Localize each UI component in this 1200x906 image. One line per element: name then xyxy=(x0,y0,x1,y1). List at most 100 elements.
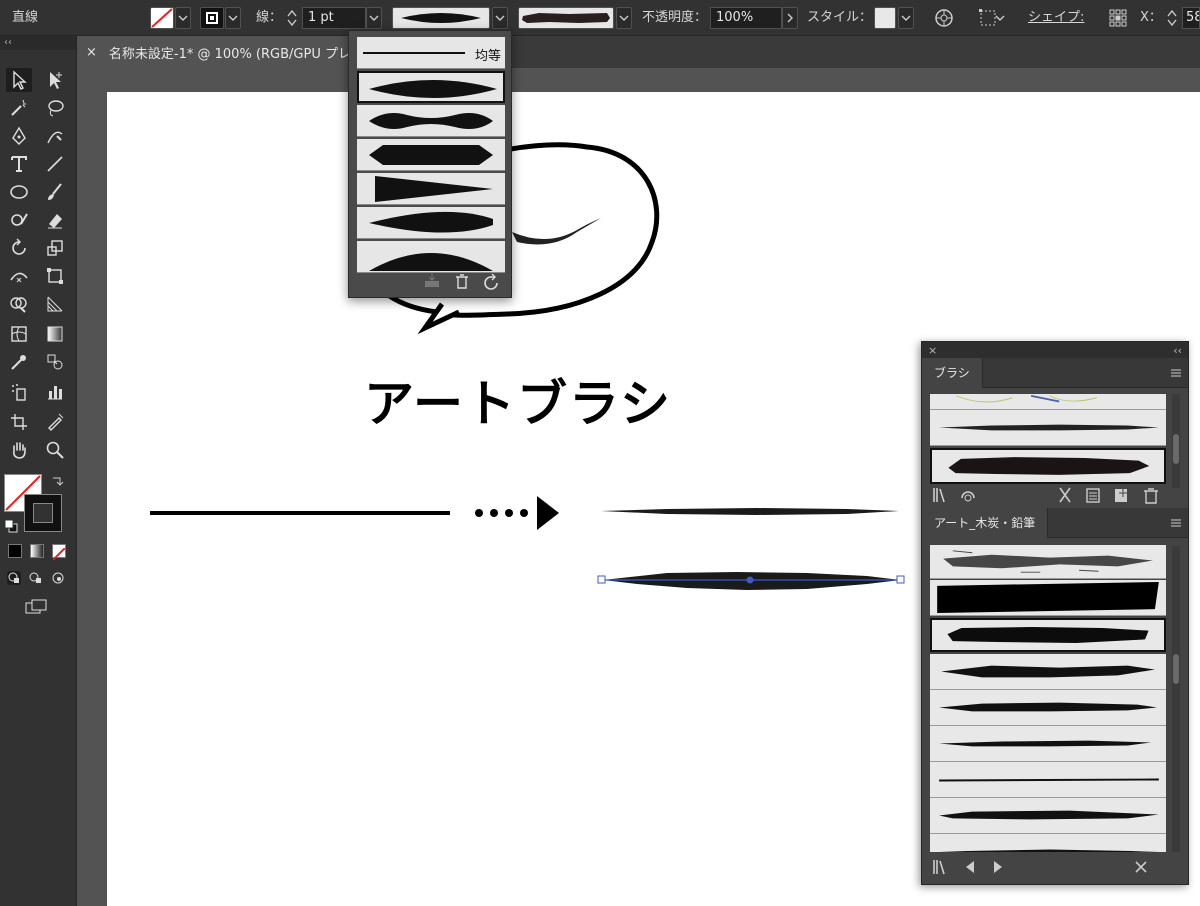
free-transform-tool-icon[interactable] xyxy=(42,264,68,288)
brush-library-menu-icon[interactable] xyxy=(933,488,945,503)
gradient-mode-button[interactable] xyxy=(30,544,44,558)
tools-collapse-button[interactable]: ‹‹ xyxy=(0,36,76,50)
tab-brushes[interactable]: ブラシ xyxy=(922,358,983,388)
close-tab-icon[interactable]: × xyxy=(86,45,97,60)
brush-decorative[interactable] xyxy=(930,394,1166,410)
panel-collapse-button[interactable]: ‹‹ xyxy=(1173,344,1182,357)
selected-brush-path[interactable] xyxy=(597,572,905,590)
stroke-weight-stepper-icon[interactable] xyxy=(284,6,300,30)
artboard-tool-icon[interactable] xyxy=(6,410,32,434)
fill-dropdown[interactable] xyxy=(175,7,191,29)
opacity-arrow-button[interactable] xyxy=(782,7,798,29)
magic-wand-tool-icon[interactable] xyxy=(6,96,32,120)
curvature-tool-icon[interactable] xyxy=(42,124,68,148)
stroke-dropdown[interactable] xyxy=(225,7,241,29)
profile-width-3[interactable] xyxy=(357,139,505,171)
stroke-color-swatch[interactable] xyxy=(24,494,62,532)
brush-definition-selector[interactable] xyxy=(518,7,614,29)
shape-label[interactable]: シェイプ: xyxy=(1028,0,1084,36)
remove-brush-stroke-icon[interactable] xyxy=(1059,487,1071,503)
shape-builder-tool-icon[interactable] xyxy=(6,292,32,316)
rotate-tool-icon[interactable] xyxy=(6,236,32,260)
previous-library-icon[interactable] xyxy=(966,861,974,873)
stroke-swatch[interactable] xyxy=(200,7,224,29)
draw-behind-icon[interactable] xyxy=(28,570,44,586)
hand-tool-icon[interactable] xyxy=(6,438,32,462)
slice-tool-icon[interactable] xyxy=(42,410,68,434)
ellipse-tool-icon[interactable] xyxy=(6,180,32,204)
reference-point-icon[interactable] xyxy=(1106,6,1130,30)
profile-width-4[interactable] xyxy=(357,173,505,205)
selection-tool-icon[interactable] xyxy=(6,68,32,92)
document-tab[interactable]: × 名称未設定-1* @ 100% (RGB/GPU プレビュー) xyxy=(78,36,358,68)
brush-definition-dropdown[interactable] xyxy=(616,7,632,29)
zoom-tool-icon[interactable] xyxy=(42,438,68,462)
default-fill-stroke-icon[interactable] xyxy=(4,518,18,533)
graphic-style-dropdown[interactable] xyxy=(898,7,914,29)
align-dropdown[interactable] xyxy=(992,7,1008,29)
new-brush-icon[interactable] xyxy=(1115,489,1127,502)
charcoal-stroke-thin[interactable] xyxy=(601,508,899,515)
library-list-scrollbar[interactable] xyxy=(1172,546,1180,852)
none-mode-button[interactable] xyxy=(52,544,66,561)
library-brush-2[interactable] xyxy=(930,580,1166,616)
lasso-tool-icon[interactable] xyxy=(42,96,68,120)
blend-tool-icon[interactable] xyxy=(42,350,68,374)
delete-brush-icon[interactable] xyxy=(1144,488,1158,504)
paintbrush-tool-icon[interactable] xyxy=(42,180,68,204)
profile-uniform[interactable]: 均等 xyxy=(357,37,505,69)
stroke-weight-dropdown[interactable] xyxy=(366,7,382,29)
library-brush-3[interactable] xyxy=(930,618,1166,652)
variable-width-profile-selector[interactable] xyxy=(392,7,490,29)
profile-width-2[interactable] xyxy=(357,105,505,137)
x-stepper-icon[interactable] xyxy=(1164,6,1180,30)
graphic-style-swatch[interactable] xyxy=(874,7,896,29)
color-mode-button[interactable] xyxy=(8,544,22,558)
brush-options-icon[interactable] xyxy=(1086,488,1100,503)
width-profile-dropdown[interactable] xyxy=(492,7,508,29)
library-brush-7[interactable] xyxy=(930,762,1166,798)
recolor-artwork-icon[interactable] xyxy=(932,6,956,30)
fill-swatch[interactable] xyxy=(150,7,174,29)
screen-mode-icon[interactable] xyxy=(24,598,48,616)
brush-library-icon[interactable] xyxy=(961,491,975,502)
eyedropper-tool-icon[interactable] xyxy=(6,350,32,374)
library-tools-icon[interactable] xyxy=(1135,861,1147,873)
brush-panel-menu-icon[interactable] xyxy=(1170,367,1182,379)
draw-normal-icon[interactable] xyxy=(6,570,22,586)
shaper-tool-icon[interactable] xyxy=(6,208,32,232)
brush-charcoal-thin[interactable] xyxy=(930,410,1166,446)
x-coordinate-input[interactable]: 58 xyxy=(1182,7,1200,29)
profile-width-1[interactable] xyxy=(357,71,505,103)
symbol-sprayer-tool-icon[interactable] xyxy=(6,380,32,404)
library-brush-4[interactable] xyxy=(930,654,1166,690)
type-tool-icon[interactable] xyxy=(6,152,32,176)
delete-profile-icon[interactable] xyxy=(456,274,468,289)
library-brush-1[interactable] xyxy=(930,545,1166,579)
draw-inside-icon[interactable] xyxy=(50,570,66,586)
profile-width-5[interactable] xyxy=(357,207,505,239)
brush-charcoal-thick[interactable] xyxy=(930,448,1166,484)
library-panel-menu-icon[interactable] xyxy=(1170,517,1182,529)
library-menu-icon[interactable] xyxy=(933,860,945,875)
perspective-grid-tool-icon[interactable] xyxy=(42,292,68,316)
artboard-heading[interactable]: アートブラシ xyxy=(364,364,670,436)
direct-selection-tool-icon[interactable] xyxy=(42,68,68,92)
brush-list-scrollbar[interactable] xyxy=(1172,394,1180,488)
library-brush-9[interactable] xyxy=(930,834,1166,852)
opacity-input[interactable]: 100% xyxy=(710,7,782,29)
panel-close-button[interactable]: × xyxy=(928,344,937,357)
pen-tool-icon[interactable] xyxy=(6,124,32,148)
swap-fill-stroke-icon[interactable] xyxy=(50,474,64,488)
library-brush-8[interactable] xyxy=(930,798,1166,834)
scale-tool-icon[interactable] xyxy=(42,236,68,260)
column-graph-tool-icon[interactable] xyxy=(42,380,68,404)
gradient-tool-icon[interactable] xyxy=(42,322,68,346)
width-tool-icon[interactable] xyxy=(6,264,32,288)
add-to-profile-icon[interactable] xyxy=(425,273,439,287)
line-segment-tool-icon[interactable] xyxy=(42,152,68,176)
balloon-brush-stroke[interactable] xyxy=(512,218,601,245)
next-library-icon[interactable] xyxy=(994,861,1002,873)
mesh-tool-icon[interactable] xyxy=(6,322,32,346)
reset-profile-icon[interactable] xyxy=(484,273,498,290)
